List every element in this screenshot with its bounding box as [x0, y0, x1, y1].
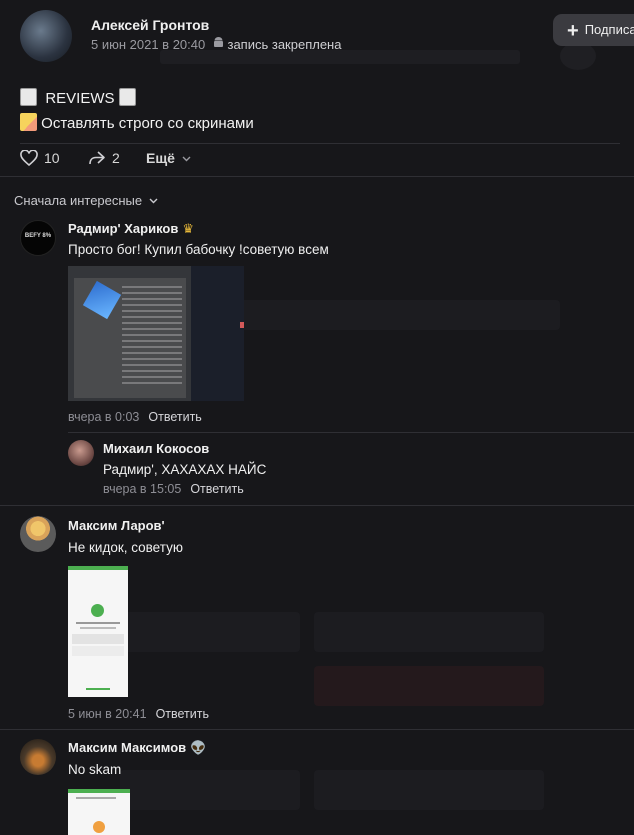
commenter-name[interactable]: Михаил Кокосов [103, 441, 209, 456]
memo-emoji-icon [20, 113, 37, 131]
subscribe-label: Подписаться [584, 22, 634, 37]
reply-button[interactable]: Ответить [148, 410, 201, 424]
screenshot-text-lines [122, 286, 182, 386]
chevron-down-icon [149, 198, 158, 204]
commenter-name-text: Максим Максимов [68, 740, 187, 755]
like-count: 10 [44, 150, 60, 166]
comment-text: Радмир', ХАХАХАХ НАЙС [103, 462, 267, 477]
comment-meta: вчера в 0:03 Ответить [68, 410, 202, 424]
crown-icon: ♛ [182, 221, 194, 236]
document-emoji-icon [118, 88, 136, 106]
comment-text: Не кидок, советую [68, 540, 183, 555]
post-meta: 5 июн 2021 в 20:40 запись закреплена [91, 37, 341, 52]
subscribe-button[interactable]: + Подписаться [553, 14, 634, 46]
divider [0, 729, 634, 730]
sort-label: Сначала интересные [14, 193, 143, 208]
commenter-avatar[interactable]: BEFY 8% [20, 220, 56, 256]
document-emoji-icon [20, 88, 37, 106]
red-marker [240, 322, 244, 328]
screenshot-text-lines [76, 622, 120, 624]
comment-attachment-image[interactable] [68, 789, 130, 835]
share-button[interactable]: 2 [88, 150, 120, 166]
comment-attachment-image[interactable] [68, 266, 244, 401]
post-title: REVIEWS [45, 90, 115, 107]
share-icon [89, 151, 105, 165]
screenshot-row [72, 634, 124, 644]
commenter-avatar[interactable] [20, 739, 56, 775]
commenter-name[interactable]: Радмир' Хариков ♛ [68, 221, 194, 237]
more-button[interactable]: Ещё [146, 150, 191, 166]
divider [0, 505, 634, 506]
comment-time[interactable]: вчера в 0:03 [68, 410, 139, 424]
comment-attachment-image[interactable] [68, 566, 128, 697]
sort-dropdown[interactable]: Сначала интересные [14, 193, 158, 208]
commenter-name[interactable]: Максим Максимов 👽 [68, 740, 206, 756]
plus-icon: + [567, 20, 579, 42]
reply-button[interactable]: Ответить [156, 707, 209, 721]
android-icon [213, 37, 228, 52]
author-name[interactable]: Алексей Гронтов [91, 17, 209, 33]
post-line-2: Оставлять строго со скринами [41, 115, 254, 132]
more-label: Ещё [146, 150, 175, 166]
avatar-logo-text: BEFY 8% [24, 233, 52, 239]
commenter-name-text: Радмир' Хариков [68, 221, 179, 236]
alien-icon: 👽 [190, 740, 207, 755]
comment-time[interactable]: вчера в 15:05 [103, 482, 181, 496]
comment-text: No skam [68, 762, 122, 777]
screenshot-link [86, 688, 110, 690]
share-count: 2 [112, 150, 120, 166]
comment-text: Просто бог! Купил бабочку !советую всем [68, 242, 329, 257]
comment-meta: 5 июн в 20:41 Ответить [68, 707, 209, 721]
reply-button[interactable]: Ответить [190, 482, 243, 496]
screenshot-text-lines [80, 627, 116, 629]
comment-meta: вчера в 15:05 Ответить [103, 482, 244, 496]
post-body: REVIEWS Оставлять строго со скринами [20, 86, 254, 136]
status-bar [68, 789, 130, 793]
chevron-down-icon [182, 156, 191, 162]
heart-icon [20, 149, 38, 167]
commenter-avatar[interactable] [68, 440, 94, 466]
screenshot-text-lines [76, 797, 116, 799]
divider [0, 176, 634, 177]
commenter-avatar[interactable] [20, 516, 56, 552]
status-bar [68, 566, 128, 570]
pinned-label: запись закреплена [227, 37, 342, 52]
emoji-thumbnail [93, 821, 105, 833]
commenter-name[interactable]: Максим Ларов' [68, 518, 165, 533]
like-button[interactable]: 10 [20, 149, 60, 167]
post-header: Алексей Гронтов 5 июн 2021 в 20:40 запис… [0, 0, 634, 80]
check-circle-icon [91, 604, 104, 617]
divider [68, 432, 634, 433]
author-avatar[interactable] [20, 10, 72, 62]
comment-time[interactable]: 5 июн в 20:41 [68, 707, 147, 721]
divider [20, 143, 620, 144]
post-date[interactable]: 5 июн 2021 в 20:40 [91, 37, 205, 52]
screenshot-row [72, 646, 124, 656]
